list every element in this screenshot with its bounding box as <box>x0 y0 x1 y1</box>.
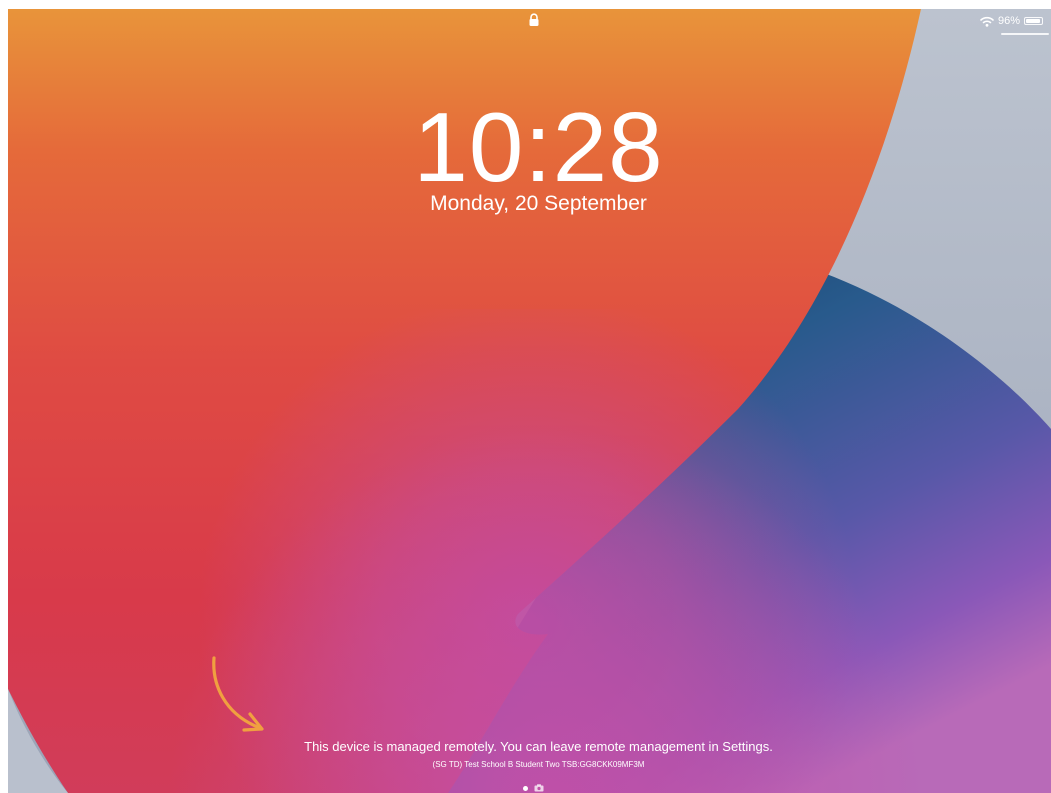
camera-icon[interactable] <box>534 784 544 792</box>
lock-screen: 96% 10:28 Monday, 20 September This devi… <box>8 9 1051 793</box>
page-indicator <box>523 784 544 792</box>
battery-percent: 96% <box>997 15 1020 27</box>
battery-icon <box>1024 17 1043 25</box>
lock-icon <box>529 13 539 26</box>
arrow-annotation-icon <box>212 656 264 732</box>
remote-management-notice[interactable]: This device is managed remotely. You can… <box>8 739 1051 755</box>
lock-screen-time: 10:28 <box>413 92 664 202</box>
wifi-icon <box>980 16 994 27</box>
device-info: (SG TD) Test School B Student Two TSB:GG… <box>432 760 645 769</box>
lock-screen-date: Monday, 20 September <box>430 192 647 215</box>
status-bar-right: 96% <box>980 13 1043 29</box>
current-page-dot <box>523 785 528 791</box>
home-indicator[interactable] <box>1001 33 1049 35</box>
